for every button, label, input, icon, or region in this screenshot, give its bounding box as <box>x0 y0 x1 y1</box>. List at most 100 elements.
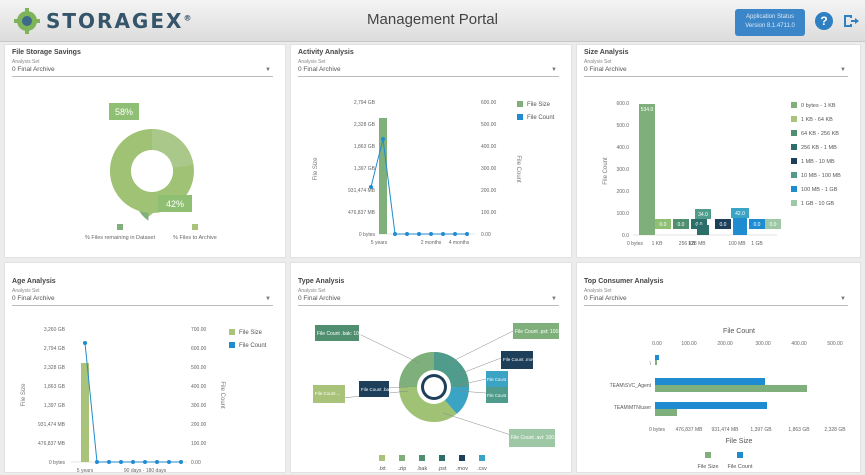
point <box>131 460 135 464</box>
point <box>405 232 409 236</box>
top-consumer-analysis-panel: Top Consumer Analysis Analysis Set 0 Fin… <box>576 262 861 473</box>
legend-label: 0 bytes - 1 KB <box>801 103 836 109</box>
point <box>95 460 99 464</box>
x-bottom-ticks: 0 bytes 476,837 MB 931,474 MB 1,397 GB 1… <box>649 427 846 433</box>
point <box>417 232 421 236</box>
legend-swatch <box>439 455 445 461</box>
count-bar <box>655 355 659 360</box>
y-tick: 500.0 <box>616 123 629 129</box>
application-status-button[interactable]: Application Status Version 8.1.4711.0 <box>735 9 805 36</box>
type-analysis-panel: Type Analysis Analysis Set 0 Final Archi… <box>290 262 572 473</box>
x-tick: 90 days - 180 days <box>124 468 167 474</box>
x-tick: 2 months <box>421 240 442 246</box>
file-storage-savings-panel: File Storage Savings Analysis Set 0 Fina… <box>4 44 286 258</box>
x-top-tick: 100.00 <box>681 341 697 347</box>
callout-label: File Count .avi: 100.0 ... <box>511 435 564 441</box>
top-consumer-chart: File Count 0.00 100.00 200.00 300.00 400… <box>610 328 847 470</box>
type-legend: .txt .zip .bak .pst .mov .csv <box>378 455 487 472</box>
point <box>83 341 87 345</box>
category-labels: \ TEAM\SVC_Agent TEAM\MTN\user <box>610 361 652 411</box>
remaining-percent-label: 58% <box>115 107 133 117</box>
point <box>393 232 397 236</box>
legend-label-file-size: File Size <box>239 330 263 336</box>
category-label: TEAM\MTN\user <box>614 405 652 411</box>
point <box>179 460 183 464</box>
y-right-ticks: 700.00 600.00 500.00 400.00 300.00 200.0… <box>191 327 207 466</box>
x-bottom-axis-label: File Size <box>726 438 753 445</box>
category-label: \ <box>650 361 652 367</box>
y-left-axis-label: File Size <box>21 383 27 407</box>
y-left-tick: 1,863 GB <box>44 384 66 390</box>
legend-swatch-file-size <box>229 329 235 335</box>
x-tick: 100 MB <box>728 241 746 247</box>
x-bottom-tick: 1,397 GB <box>750 427 772 433</box>
x-top-ticks: 0.00 100.00 200.00 300.00 400.00 500.00 <box>652 341 843 347</box>
y-left-tick: 2,328 GB <box>44 365 66 371</box>
x-tick: 5 years <box>77 468 94 474</box>
count-bar <box>655 378 765 385</box>
archive-percent-label: 42% <box>166 199 184 209</box>
y-right-tick: 100.00 <box>481 210 497 216</box>
legend-label: .zip <box>398 466 407 472</box>
y-left-tick: 0 bytes <box>49 460 66 466</box>
y-left-ticks: 3,260 GB 2,794 GB 2,328 GB 1,863 GB 1,39… <box>38 327 66 466</box>
size-legend: 0 bytes - 1 KB 1 KB - 64 KB 64 KB - 256 … <box>791 102 841 207</box>
y-right-tick: 200.00 <box>191 422 207 428</box>
x-bottom-tick: 2,328 GB <box>824 427 846 433</box>
legend-swatch <box>399 455 405 461</box>
y-tick: 200.0 <box>616 189 629 195</box>
legend-swatch <box>791 130 797 136</box>
x-tick: 1 GB <box>751 241 763 247</box>
legend-label: 64 KB - 256 KB <box>801 131 839 137</box>
y-right-tick: 200.00 <box>481 188 497 194</box>
x-tick: 4 months <box>449 240 470 246</box>
point <box>441 232 445 236</box>
legend-swatch <box>791 116 797 122</box>
x-tick: 0 bytes <box>627 241 644 247</box>
x-bottom-tick: 476,837 MB <box>676 427 704 433</box>
legend-swatch-remaining <box>117 224 123 230</box>
point <box>453 232 457 236</box>
legend-label: .mov <box>456 466 468 472</box>
y-left-tick: 1,863 GB <box>354 144 376 150</box>
y-left-tick: 2,794 GB <box>354 100 376 106</box>
bar-label: 0.0 <box>754 222 761 228</box>
y-right-tick: 0.00 <box>191 460 201 466</box>
callout-label: File Count .bak ... <box>361 387 396 392</box>
x-top-tick: 500.00 <box>827 341 843 347</box>
legend-label-archive: % Files to Archive <box>173 235 217 241</box>
size-analysis-panel: Size Analysis Analysis Set 0 Final Archi… <box>576 44 861 258</box>
legend-swatch-file-count <box>229 342 235 348</box>
point <box>465 232 469 236</box>
x-top-tick: 300.00 <box>755 341 771 347</box>
bar-label: 534.0 <box>641 107 654 113</box>
type-donut-chart: File Count .bak: 100.0 ... File Count .p… <box>313 323 568 472</box>
help-icon[interactable]: ? <box>815 12 833 30</box>
size-chart: File Count 600.0 500.0 400.0 300.0 200.0… <box>603 101 841 247</box>
bar-label: 0.0 <box>660 222 667 228</box>
point <box>155 460 159 464</box>
legend-swatch <box>379 455 385 461</box>
y-right-tick: 0.00 <box>481 232 491 238</box>
callout-label: File Count .csv ... <box>487 377 519 382</box>
size-bar <box>655 360 657 365</box>
legend-swatch <box>419 455 425 461</box>
legend-swatch <box>459 455 465 461</box>
bar-label: 0.0 <box>720 222 727 228</box>
x-ticks: 0 bytes 1 KB 256 KB 128 MB 100 MB 1 GB <box>627 241 763 247</box>
y-left-tick: 1,397 GB <box>44 403 66 409</box>
y-right-tick: 500.00 <box>481 122 497 128</box>
legend-swatch <box>479 455 485 461</box>
age-chart: File Size File Count 3,260 GB 2,794 GB 2… <box>21 327 267 474</box>
callout-label: File Count .jpg ... <box>487 393 519 398</box>
legend-swatch <box>791 172 797 178</box>
legend-swatch <box>791 186 797 192</box>
age-analysis-panel: Age Analysis Analysis Set 0 Final Archiv… <box>4 262 286 474</box>
x-top-axis-label: File Count <box>723 328 755 335</box>
x-bottom-tick: 931,474 MB <box>712 427 740 433</box>
logout-icon[interactable] <box>842 12 860 30</box>
x-bottom-tick: 1,863 GB <box>788 427 810 433</box>
leader-line <box>442 412 512 436</box>
legend-label: 256 KB - 1 MB <box>801 145 837 151</box>
legend-label: 1 GB - 10 GB <box>801 201 834 207</box>
